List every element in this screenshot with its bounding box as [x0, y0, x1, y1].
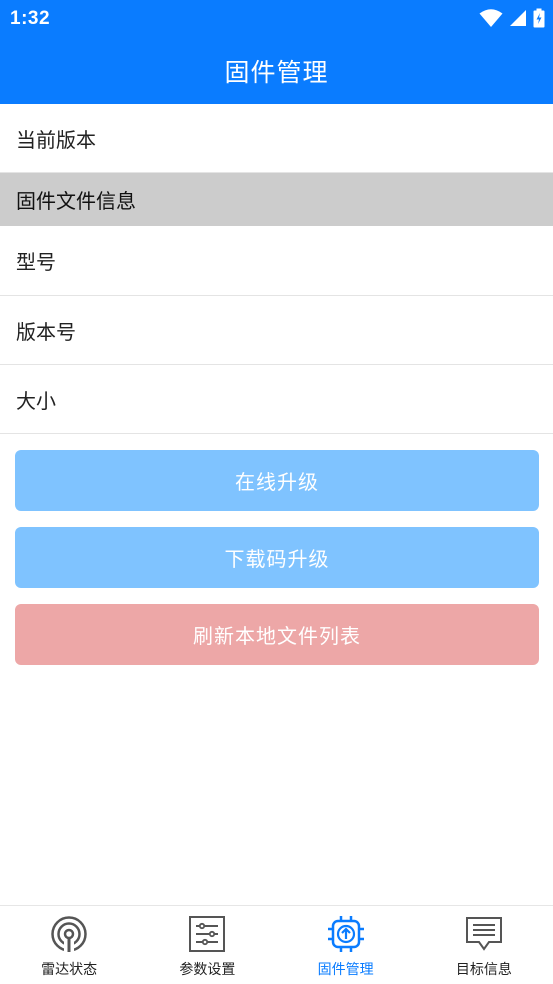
wifi-icon — [479, 8, 503, 32]
nav-label: 参数设置 — [179, 962, 236, 978]
online-upgrade-button[interactable]: 在线升级 — [15, 450, 539, 511]
battery-charging-icon — [533, 8, 545, 32]
version-number-label: 版本号 — [16, 319, 76, 344]
nav-item-target-info[interactable]: 目标信息 — [415, 906, 553, 984]
current-version-label: 当前版本 — [16, 127, 96, 152]
app-bar: 固件管理 — [0, 38, 553, 104]
bottom-nav: 雷达状态 参数设置 固件管理 目标信息 — [0, 905, 553, 984]
radar-icon — [49, 914, 89, 954]
size-label: 大小 — [16, 388, 56, 413]
nav-item-radar-status[interactable]: 雷达状态 — [0, 906, 138, 984]
model-row: 型号 — [0, 226, 553, 296]
sliders-icon — [187, 914, 227, 954]
page-title: 固件管理 — [224, 58, 329, 87]
size-row: 大小 — [0, 365, 553, 434]
firmware-file-info-header: 固件文件信息 — [0, 173, 553, 226]
nav-label: 目标信息 — [455, 962, 512, 978]
model-label: 型号 — [16, 250, 56, 274]
refresh-local-file-list-button[interactable]: 刷新本地文件列表 — [15, 604, 539, 665]
current-version-row: 当前版本 — [0, 104, 553, 173]
nav-label: 固件管理 — [317, 962, 374, 978]
version-number-row: 版本号 — [0, 296, 553, 365]
status-bar: 1:32 — [0, 0, 553, 38]
message-icon — [464, 914, 504, 954]
status-icons — [479, 8, 545, 32]
firmware-chip-icon — [326, 914, 366, 954]
section-header-label: 固件文件信息 — [16, 189, 136, 213]
nav-item-parameter-settings[interactable]: 参数设置 — [138, 906, 276, 984]
status-time: 1:32 — [10, 8, 51, 29]
signal-icon — [509, 9, 527, 31]
nav-label: 雷达状态 — [41, 962, 98, 978]
download-code-upgrade-button[interactable]: 下载码升级 — [15, 527, 539, 588]
nav-item-firmware-management[interactable]: 固件管理 — [277, 906, 415, 984]
